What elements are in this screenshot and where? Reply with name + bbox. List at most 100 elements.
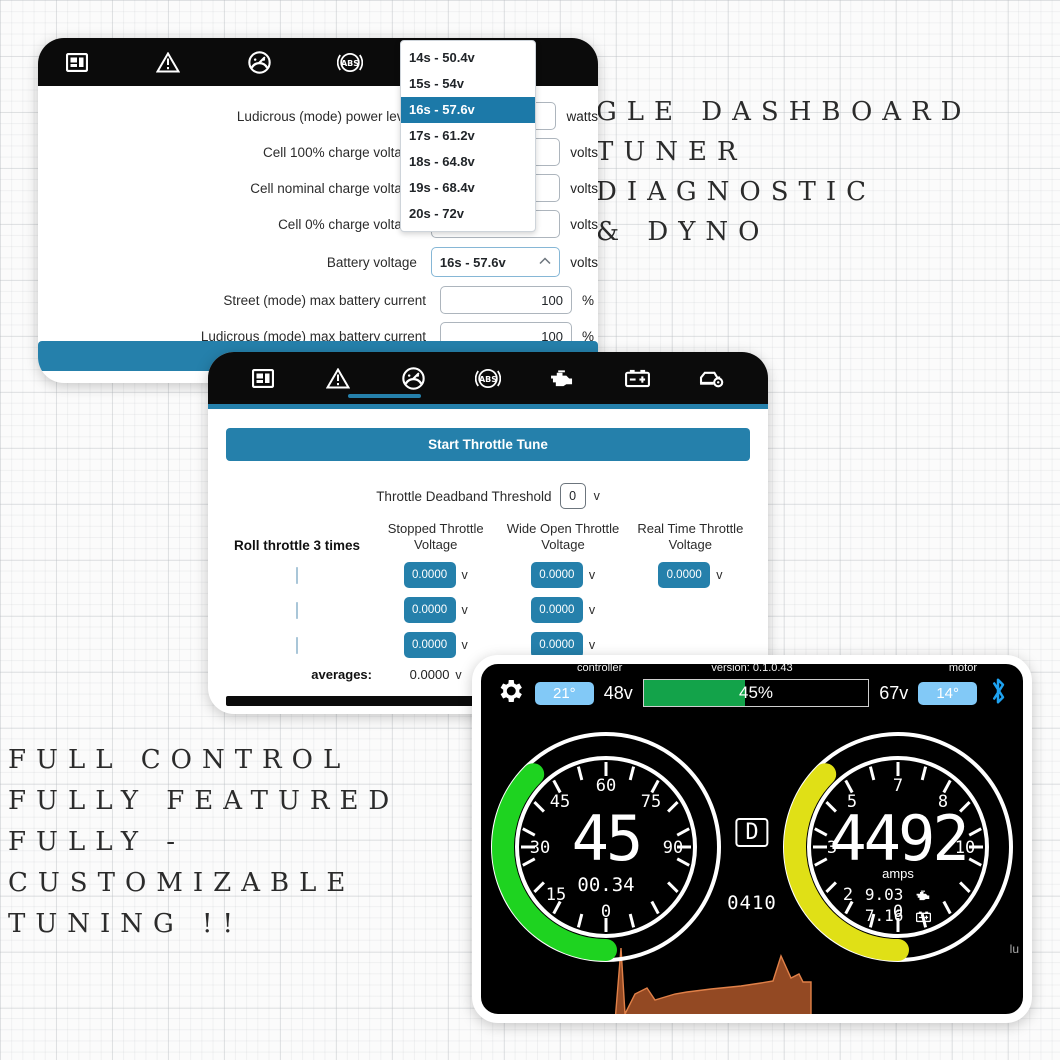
battery-icon[interactable] <box>621 361 655 395</box>
row-unit: % <box>582 292 595 308</box>
row-unit: volts <box>570 254 598 270</box>
dashboard-icon[interactable] <box>60 45 94 79</box>
headline-line: GLE DASHBOARD <box>596 97 972 127</box>
averages-value: 0.0000 <box>409 667 450 682</box>
row-checkbox-cell <box>222 601 372 619</box>
gauges-area: 60 45 75 30 90 15 0 45 00.34 7 5 8 3 10 … <box>481 722 1023 1014</box>
headline-line: & DYNO <box>596 217 770 247</box>
trip-counter: 0410 <box>727 892 777 914</box>
row-label: Ludicrous (mode) power level <box>236 108 415 124</box>
dashboard-icon[interactable] <box>246 361 280 395</box>
column-header-stopped: Stopped Throttle Voltage <box>387 521 484 552</box>
engine-icon[interactable] <box>546 361 580 395</box>
street-max-current-input[interactable]: 100 <box>440 286 572 314</box>
roll-checkbox[interactable] <box>296 601 298 619</box>
unit: v <box>455 667 462 682</box>
battery-voltage-dropdown[interactable]: 14s - 50.4v 15s - 54v 16s - 57.6v 17s - … <box>400 40 536 232</box>
ammeter-gauge: 7 5 8 3 10 2 0 4492 amps 9.03 7.16 <box>779 728 1017 966</box>
wot-voltage-value[interactable]: 0.0000 <box>530 597 583 623</box>
dropdown-option[interactable]: 17s - 61.2v <box>401 123 535 149</box>
row-unit: volts <box>570 180 598 196</box>
column-header-wot: Wide Open Throttle Voltage <box>506 521 620 552</box>
throttle-table-header: Roll throttle 3 times Stopped Throttle V… <box>222 521 754 553</box>
row-label: Battery voltage <box>326 254 417 270</box>
motor-temp-badge: 14° <box>918 681 977 705</box>
unit: v <box>588 638 596 652</box>
averages-label: averages: <box>311 667 372 682</box>
cell-realtime: 0.0000 v <box>627 562 754 588</box>
dropdown-option[interactable]: 19s - 68.4v <box>401 175 535 201</box>
start-throttle-tune-button[interactable]: Start Throttle Tune <box>226 428 750 461</box>
marketing-headline-right: GLE DASHBOARD TUNER DIAGNOSTIC & DYNO <box>596 92 972 252</box>
deadband-label: Throttle Deadband Threshold <box>376 488 552 504</box>
column-header-realtime: Real Time Throttle Voltage <box>637 521 744 552</box>
dashboard-statusbar: controller version: 0.1.0.43 motor 21° 4… <box>481 664 1023 722</box>
gear-icon[interactable] <box>495 676 525 711</box>
tick-60: 60 <box>596 776 616 796</box>
cell-wot: 0.0000 v <box>499 562 626 588</box>
row-label: Cell 0% charge voltage <box>278 216 417 232</box>
select-value: 16s - 57.6v <box>439 254 506 270</box>
car-settings-icon[interactable] <box>695 361 729 395</box>
stopped-voltage-value[interactable]: 0.0000 <box>403 597 456 623</box>
realtime-voltage-value[interactable]: 0.0000 <box>658 562 711 588</box>
gear-indicator: D <box>735 818 769 847</box>
marketing-headline-left: FULL CONTROL FULLY FEATURED FULLY - CUST… <box>8 740 399 945</box>
warning-icon[interactable] <box>321 361 355 395</box>
headline-line: FULL CONTROL <box>8 745 351 775</box>
row-checkbox-cell <box>222 636 372 654</box>
tick-7: 7 <box>893 776 903 796</box>
chevron-up-icon <box>539 256 551 268</box>
bluetooth-icon[interactable] <box>987 676 1009 711</box>
abs-icon[interactable]: ABS <box>471 361 505 395</box>
row-label: Cell nominal charge voltage <box>250 180 417 196</box>
battery-voltage-select[interactable]: 16s - 57.6v <box>430 247 561 277</box>
abs-icon[interactable]: ABS <box>333 45 367 79</box>
version-caption: version: 0.1.0.43 <box>711 662 793 674</box>
headline-line: TUNING !! <box>8 909 243 939</box>
headline-line: TUNER <box>596 137 747 167</box>
cell-stopped: 0.0000 v <box>372 632 499 658</box>
battery-low-voltage: 48v <box>603 682 633 703</box>
table-row: 0.0000 v 0.0000 v <box>222 597 754 623</box>
headline-line: DIAGNOSTIC <box>596 177 877 207</box>
row-checkbox-cell <box>222 566 372 584</box>
stopped-voltage-value[interactable]: 0.0000 <box>403 632 456 658</box>
roll-checkbox[interactable] <box>296 566 298 584</box>
amps-value: 4492 <box>829 802 969 875</box>
gauge-icon[interactable] <box>242 45 276 79</box>
row-label: Cell 100% charge voltage <box>263 144 417 160</box>
state-of-charge-bar: 45% <box>642 679 870 707</box>
roll-checkbox[interactable] <box>296 636 298 654</box>
active-tab-underline <box>348 394 421 398</box>
table-row: 0.0000 v 0.0000 v 0.0000 v <box>222 562 754 588</box>
gauge-icon[interactable] <box>396 361 430 395</box>
deadband-row: Throttle Deadband Threshold 0 v <box>208 483 768 509</box>
tick-0: 0 <box>601 902 611 922</box>
mode-label: lu <box>1009 942 1019 956</box>
motor-caption: motor <box>948 662 977 674</box>
battery-amps-row: 7.16 <box>779 906 1017 925</box>
headline-line: CUSTOMIZABLE <box>8 868 356 898</box>
warning-icon[interactable] <box>151 45 185 79</box>
dropdown-option[interactable]: 14s - 50.4v <box>401 45 535 71</box>
dropdown-option[interactable]: 18s - 64.8v <box>401 149 535 175</box>
controller-temp-badge: 21° <box>535 681 594 705</box>
row-unit: volts <box>570 144 598 160</box>
row-unit: volts <box>570 216 598 232</box>
unit: v <box>461 638 468 652</box>
speed-value: 45 <box>571 802 644 875</box>
deadband-input[interactable]: 0 <box>559 483 586 509</box>
throttle-navbar: ABS <box>208 352 768 404</box>
throttle-accent-strip <box>208 404 768 409</box>
amps-unit-label: amps <box>882 866 914 881</box>
headline-line: FULLY - <box>8 827 186 857</box>
stopped-voltage-value[interactable]: 0.0000 <box>403 562 456 588</box>
dropdown-option-selected[interactable]: 16s - 57.6v <box>401 97 535 123</box>
wot-voltage-value[interactable]: 0.0000 <box>530 562 583 588</box>
battery-high-voltage: 67v <box>879 682 909 703</box>
deadband-unit: v <box>593 489 600 503</box>
odometer-value: 00.34 <box>577 874 635 896</box>
dropdown-option[interactable]: 20s - 72v <box>401 201 535 227</box>
dropdown-option[interactable]: 15s - 54v <box>401 71 535 97</box>
